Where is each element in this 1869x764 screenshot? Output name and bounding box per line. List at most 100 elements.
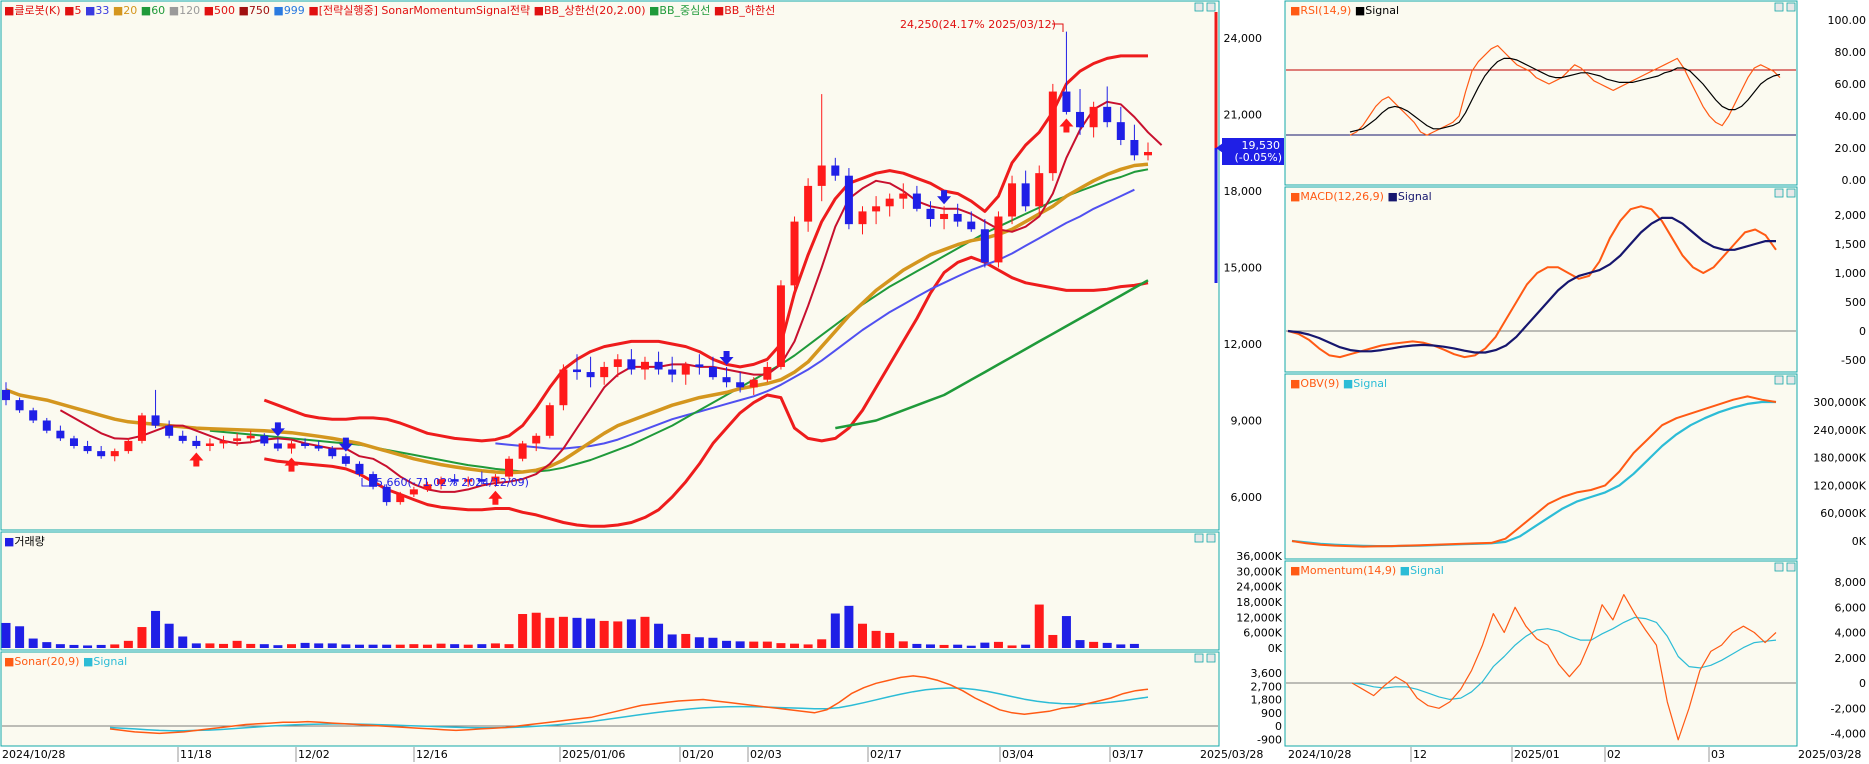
macd-y-tick: -500 (1841, 354, 1866, 367)
main-x-tick: 02/03 (750, 748, 782, 761)
obv-y-tick: 0K (1852, 535, 1867, 548)
volume-bar (83, 645, 93, 648)
volume-bar (490, 643, 500, 648)
volume-bar (1007, 645, 1017, 648)
volume-bar (1102, 642, 1112, 648)
volume-bar (28, 638, 38, 648)
candle-body (1062, 91, 1071, 112)
momentum-y-tick: 6,000 (1835, 601, 1867, 614)
main-x-tick: 2025/03/28 (1200, 748, 1263, 761)
candle-body (56, 430, 65, 439)
volume-bar (654, 623, 664, 648)
sonar-y-tick: 2,700 (1251, 680, 1283, 693)
right-x-tick: 12 (1413, 748, 1427, 761)
volume-bar (55, 644, 65, 648)
momentum-y-tick: 8,000 (1835, 576, 1867, 589)
main-y-tick: 24,000 (1224, 32, 1263, 45)
volume-bar (898, 641, 908, 648)
candle-body (15, 400, 24, 411)
volume-bar (1061, 616, 1071, 648)
main-x-tick: 2024/10/28 (2, 748, 65, 761)
volume-bar (599, 620, 609, 648)
candle-body (885, 198, 894, 207)
candle-body (804, 185, 813, 222)
candle-body (42, 420, 51, 431)
candle-body (409, 489, 418, 495)
main-x-tick: 12/02 (298, 748, 330, 761)
candle-body (872, 206, 881, 212)
candle-body (110, 451, 119, 457)
obv-y-tick: 240,000K (1813, 424, 1866, 437)
candle-body (273, 443, 282, 449)
candle-body (83, 446, 92, 452)
rsi-y-tick: 60.00 (1835, 78, 1867, 91)
candle-body (151, 415, 160, 426)
current-change: (-0.05%) (1235, 151, 1283, 164)
obv-y-tick: 180,000K (1813, 452, 1866, 465)
volume-bar (341, 644, 351, 648)
candle-body (776, 285, 785, 367)
main-x-tick: 01/20 (682, 748, 714, 761)
right-x-tick: 2025/03/28 (1798, 748, 1861, 761)
candle-body (763, 366, 772, 380)
candle-body (912, 193, 921, 209)
volume-bar (735, 641, 745, 648)
volume-bar (69, 644, 79, 648)
volume-bar (871, 630, 881, 648)
candle-body (1130, 140, 1139, 156)
sonar-y-tick: -900 (1257, 733, 1282, 746)
candle-body (559, 369, 568, 406)
volume-bar (830, 613, 840, 648)
candle-body (1021, 183, 1030, 207)
volume-bar (925, 644, 935, 648)
volume-bar (912, 643, 922, 648)
volume-bar (708, 637, 718, 648)
candle-body (1144, 151, 1152, 156)
right-x-tick: 2024/10/28 (1288, 748, 1351, 761)
volume-bar (776, 643, 786, 648)
candle-body (192, 440, 201, 446)
volume-y-tick: 30,000K (1236, 565, 1282, 578)
main-x-tick: 12/16 (416, 748, 448, 761)
candle-body (899, 193, 908, 199)
candle-body (341, 456, 350, 464)
volume-bar (626, 619, 636, 648)
candle-body (1076, 111, 1085, 128)
candle-body (518, 443, 527, 459)
volume-bar (749, 641, 759, 648)
right-x-tick: 02 (1607, 748, 1621, 761)
candle-body (29, 410, 38, 421)
macd-y-tick: 1,500 (1835, 238, 1867, 251)
macd-y-tick: 1,000 (1835, 267, 1867, 280)
candle-body (600, 366, 609, 378)
chart-root: 24,000 21,000 18,000 15,000 12,000 9,000 6,000… (0, 0, 1867, 762)
candle-body (1048, 91, 1057, 174)
main-legend: ■클로봇(K) ■5 ■33 ■20 ■60 ■120 ■500 ■750 ■9… (4, 3, 775, 17)
rsi-title: ■RSI(14,9) ■Signal (1290, 4, 1399, 17)
momentum-y-tick: 4,000 (1835, 627, 1867, 640)
volume-bar (613, 621, 623, 648)
volume-bar (259, 644, 269, 648)
volume-bar (1129, 643, 1139, 648)
sonar-y-tick: 900 (1261, 707, 1282, 720)
volume-y-tick: 18,000K (1236, 596, 1282, 609)
volume-bar (953, 644, 963, 648)
volume-bar (558, 616, 568, 648)
candle-body (382, 486, 391, 503)
momentum-title: ■Momentum(14,9) ■Signal (1290, 564, 1444, 577)
volume-title: ■거래량 (4, 535, 45, 548)
volume-bar (1034, 604, 1044, 648)
volume-bar (844, 605, 854, 648)
volume-bar (327, 643, 337, 648)
macd-title: ■MACD(12,26,9) ■Signal (1290, 190, 1432, 203)
volume-bar (368, 644, 378, 648)
candle-body (1103, 106, 1112, 123)
volume-bar (477, 644, 487, 648)
candle-body (940, 213, 949, 220)
candle-body (926, 208, 935, 220)
macd-y-tick: 2,000 (1835, 209, 1867, 222)
momentum-y-tick: 2,000 (1835, 652, 1867, 665)
main-x-tick: 03/04 (1002, 748, 1034, 761)
volume-bar (966, 645, 976, 648)
candle-body (722, 377, 731, 383)
